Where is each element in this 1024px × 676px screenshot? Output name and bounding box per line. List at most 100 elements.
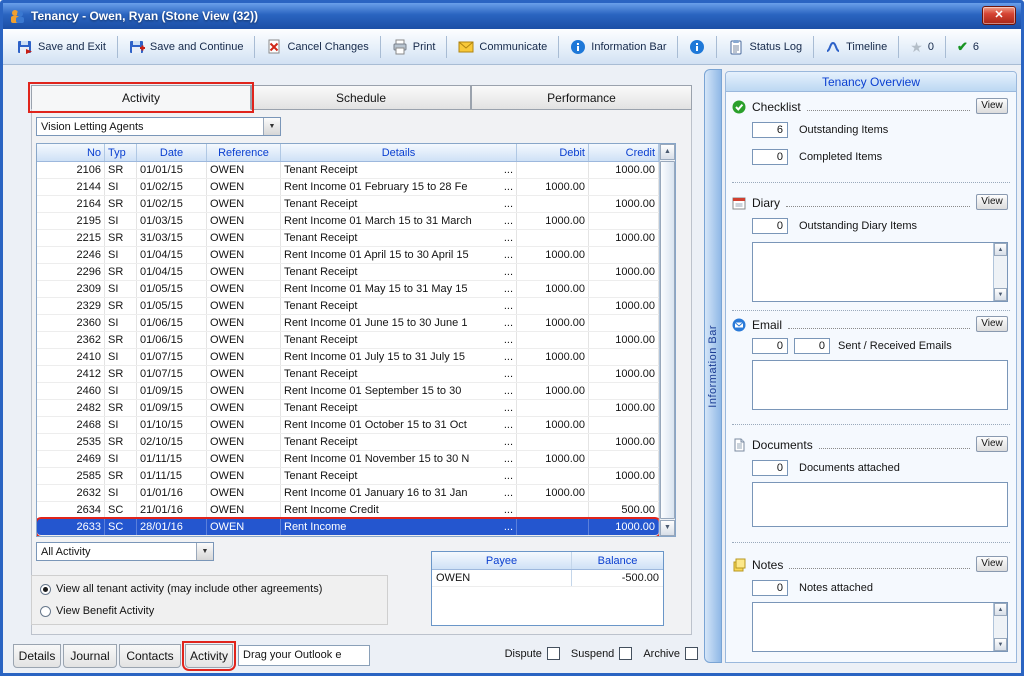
notes-list-scrollbar[interactable]: ▲ ▼ <box>993 603 1007 651</box>
cell-no: 2585 <box>37 468 105 484</box>
diary-list-scrollbar[interactable]: ▲ ▼ <box>993 243 1007 301</box>
communicate-button[interactable]: Communicate <box>452 35 553 59</box>
table-row[interactable]: 2106SR01/01/15OWENTenant Receipt 1000.00 <box>37 162 659 179</box>
table-row[interactable]: 2535SR02/10/15OWENTenant Receipt 1000.00 <box>37 434 659 451</box>
column-header-debit[interactable]: Debit <box>517 144 589 161</box>
scroll-down-icon[interactable]: ▼ <box>994 638 1007 651</box>
radio-view-all-tenant-activity[interactable]: View all tenant activity (may include ot… <box>40 583 379 595</box>
table-row[interactable]: 2215SR31/03/15OWENTenant Receipt 1000.00 <box>37 230 659 247</box>
diary-section-header: Diary View <box>732 194 1008 210</box>
scroll-up-icon[interactable]: ▲ <box>660 144 675 160</box>
cell-credit <box>589 179 659 195</box>
tab-performance[interactable]: Performance <box>471 85 692 110</box>
activity-filter-select[interactable]: All Activity ▼ <box>36 542 214 561</box>
save-and-exit-button[interactable]: Save and Exit <box>11 35 112 59</box>
table-row-selected[interactable]: 2633SC28/01/16OWENRent Income 1000.00 <box>37 519 659 536</box>
column-header-credit[interactable]: Credit <box>589 144 659 161</box>
documents-list[interactable] <box>752 482 1008 527</box>
table-row[interactable]: 2296SR01/04/15OWENTenant Receipt 1000.00 <box>37 264 659 281</box>
table-row[interactable]: 2164SR01/02/15OWENTenant Receipt 1000.00 <box>37 196 659 213</box>
cell-typ: SI <box>105 179 137 195</box>
save-and-continue-button[interactable]: Save and Continue <box>123 35 250 59</box>
info-small-button[interactable] <box>683 35 711 59</box>
table-row[interactable]: 2469 SI 01/11/15 OWEN Rent Income 01 Novembe… <box>37 451 659 468</box>
column-header-details[interactable]: Details <box>281 144 517 161</box>
documents-section-header: Documents View <box>732 436 1008 452</box>
table-row[interactable]: 2412SR01/07/15OWENTenant Receipt 1000.00 <box>37 366 659 383</box>
diary-list[interactable]: ▲ ▼ <box>752 242 1008 302</box>
notes-label: Notes <box>752 558 784 572</box>
payee-row[interactable]: OWEN -500.00 <box>432 570 663 587</box>
table-row[interactable]: 2362SR01/06/15OWENTenant Receipt 1000.00 <box>37 332 659 349</box>
checklist-completed-count: 0 <box>752 149 788 165</box>
table-row[interactable]: 2482SR01/09/15OWENTenant Receipt 1000.00 <box>37 400 659 417</box>
scroll-up-icon[interactable]: ▲ <box>994 603 1007 616</box>
cell-no: 2215 <box>37 230 105 246</box>
bottom-tab-details[interactable]: Details <box>13 644 61 668</box>
table-row[interactable]: 2144 SI 01/02/15 OWEN Rent Income 01 Februar… <box>37 179 659 196</box>
cell-date: 21/01/16 <box>137 502 207 518</box>
agent-select[interactable]: Vision Letting Agents ▼ <box>36 117 281 136</box>
outlook-drop-field[interactable]: Drag your Outlook e <box>238 645 370 666</box>
radio-unselected-icon[interactable] <box>40 605 51 617</box>
checklist-view-button[interactable]: View <box>976 98 1008 114</box>
information-bar-strip[interactable]: Information Bar <box>704 69 722 663</box>
bottom-tab-journal[interactable]: Journal <box>63 644 117 668</box>
table-row[interactable]: 2410 SI 01/07/15 OWEN Rent Income 01 July 15… <box>37 349 659 366</box>
information-bar-button[interactable]: Information Bar <box>564 35 672 59</box>
diary-view-button[interactable]: View <box>976 194 1008 210</box>
radio-selected-icon[interactable] <box>40 583 51 595</box>
table-row[interactable]: 2634SC21/01/16OWENRent Income Credit 500.… <box>37 502 659 519</box>
radio-view-benefit-activity[interactable]: View Benefit Activity <box>40 605 379 617</box>
scroll-down-icon[interactable]: ▼ <box>994 288 1007 301</box>
table-row[interactable]: 2246 SI 01/04/15 OWEN Rent Income 01 April 1… <box>37 247 659 264</box>
status-log-button[interactable]: Status Log <box>722 35 808 59</box>
close-button[interactable]: ✕ <box>982 6 1016 25</box>
column-header-date[interactable]: Date <box>137 144 207 161</box>
print-button[interactable]: Print <box>386 35 442 59</box>
chevron-down-icon[interactable]: ▼ <box>263 118 280 135</box>
cancel-changes-button[interactable]: Cancel Changes <box>260 35 374 59</box>
documents-count: 0 <box>752 460 788 476</box>
chevron-down-icon[interactable]: ▼ <box>196 543 213 560</box>
cell-typ: SR <box>105 332 137 348</box>
tab-activity[interactable]: Activity <box>28 82 254 113</box>
cell-debit <box>517 196 589 212</box>
scroll-up-icon[interactable]: ▲ <box>994 243 1007 256</box>
table-scrollbar[interactable]: ▲ ▼ <box>659 144 675 536</box>
email-view-button[interactable]: View <box>976 316 1008 332</box>
column-header-no[interactable]: No <box>37 144 105 161</box>
table-row[interactable]: 2460 SI 01/09/15 OWEN Rent Income 01 Septemb… <box>37 383 659 400</box>
cell-details: Rent Income 01 May 15 to 31 May 15 <box>281 281 517 297</box>
table-row[interactable]: 2585SR01/11/15OWENTenant Receipt 1000.00 <box>37 468 659 485</box>
notes-list[interactable]: ▲ ▼ <box>752 602 1008 652</box>
bottom-tab-contacts[interactable]: Contacts <box>119 644 181 668</box>
check-count-button[interactable]: ✔ 6 <box>951 36 985 58</box>
scrollbar-thumb[interactable] <box>660 161 675 519</box>
suspend-checkbox[interactable] <box>619 647 633 660</box>
dispute-checkbox[interactable] <box>546 647 560 660</box>
contacts-icon <box>9 8 25 24</box>
toolbar-separator <box>898 35 900 58</box>
notes-view-button[interactable]: View <box>976 556 1008 572</box>
table-row[interactable]: 2309 SI 01/05/15 OWEN Rent Income 01 May 15 … <box>37 281 659 298</box>
documents-view-button[interactable]: View <box>976 436 1008 452</box>
column-header-reference[interactable]: Reference <box>207 144 281 161</box>
timeline-button[interactable]: Timeline <box>819 35 893 59</box>
bottom-tab-activity[interactable]: Activity <box>182 641 236 671</box>
diary-outstanding-count: 0 <box>752 218 788 234</box>
cell-no: 2412 <box>37 366 105 382</box>
table-row[interactable]: 2360 SI 01/06/15 OWEN Rent Income 01 June 15… <box>37 315 659 332</box>
column-header-typ[interactable]: Typ <box>105 144 137 161</box>
archive-checkbox[interactable] <box>685 647 698 660</box>
scroll-down-icon[interactable]: ▼ <box>660 520 675 536</box>
table-row[interactable]: 2195 SI 01/03/15 OWEN Rent Income 01 March 1… <box>37 213 659 230</box>
tab-schedule[interactable]: Schedule <box>251 85 471 110</box>
table-row[interactable]: 2468 SI 01/10/15 OWEN Rent Income 01 October… <box>37 417 659 434</box>
table-row[interactable]: 2329SR01/05/15OWENTenant Receipt 1000.00 <box>37 298 659 315</box>
star-count-button[interactable]: ★ 0 <box>904 36 940 58</box>
table-row[interactable]: 2632 SI 01/01/16 OWEN Rent Income 01 January… <box>37 485 659 502</box>
cell-credit: 1000.00 <box>589 230 659 246</box>
email-list[interactable] <box>752 360 1008 410</box>
cell-details: Rent Income 01 April 15 to 30 April 15 <box>281 247 517 263</box>
